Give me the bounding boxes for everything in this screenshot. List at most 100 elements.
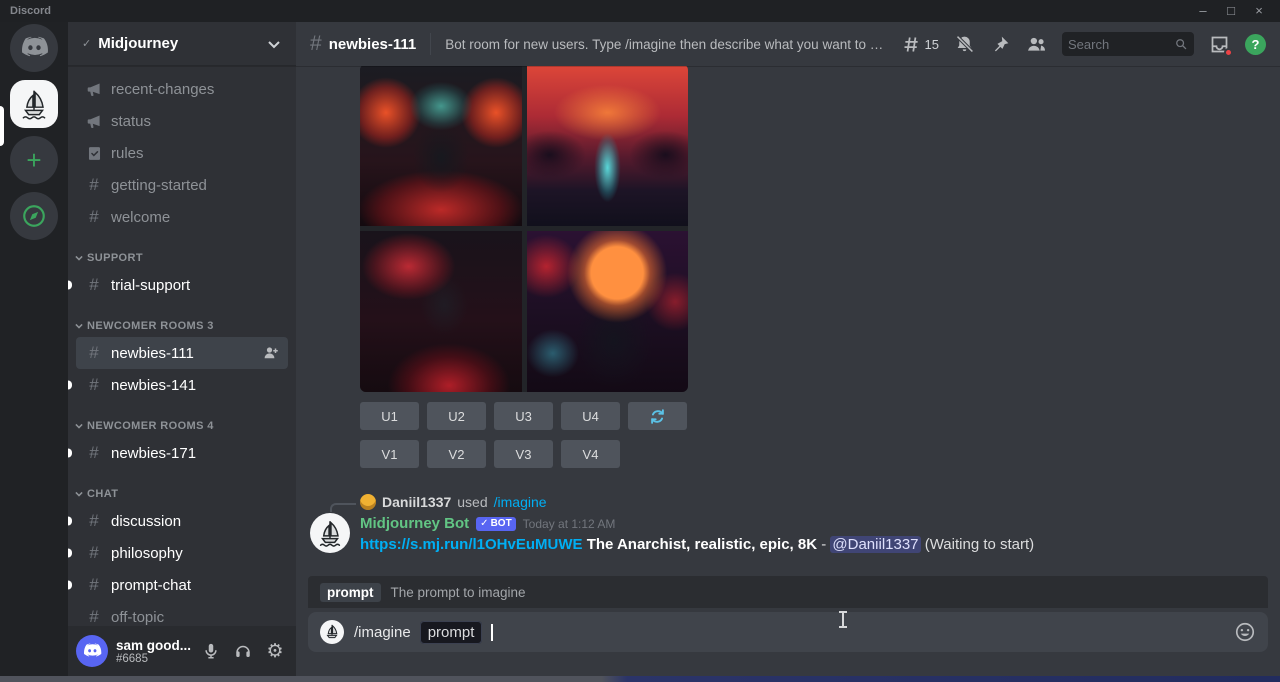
channel-rules[interactable]: rules xyxy=(76,137,288,169)
plus-icon: + xyxy=(26,147,41,173)
server-dropdown-header[interactable]: ✓ Midjourney xyxy=(68,22,296,66)
message-content: https://s.mj.run/l1OHvEuMUWE The Anarchi… xyxy=(360,536,1034,553)
upscale-3-button[interactable]: U3 xyxy=(494,402,553,430)
bell-muted-icon xyxy=(954,34,975,55)
create-invite-icon[interactable] xyxy=(262,344,280,362)
section-label: CHAT xyxy=(87,488,118,500)
channel-topic[interactable]: Bot room for new users. Type /imagine th… xyxy=(445,37,885,52)
threads-button[interactable]: 15 xyxy=(901,34,939,55)
status-text: (Waiting to start) xyxy=(925,536,1034,553)
section-newcomer-rooms-4[interactable]: NEWCOMER ROOMS 4 xyxy=(68,415,296,437)
hash-icon: # xyxy=(84,607,104,626)
command-param-popup[interactable]: prompt The prompt to imagine xyxy=(308,576,1268,608)
hash-icon: # xyxy=(84,343,104,363)
variation-1-button[interactable]: V1 xyxy=(360,440,419,468)
search-input[interactable] xyxy=(1068,37,1174,52)
generated-image-2[interactable] xyxy=(527,66,689,226)
variation-2-button[interactable]: V2 xyxy=(427,440,486,468)
variation-4-button[interactable]: V4 xyxy=(561,440,620,468)
channel-welcome[interactable]: # welcome xyxy=(76,201,288,233)
channel-status[interactable]: status xyxy=(76,105,288,137)
add-server-button[interactable]: + xyxy=(10,136,58,184)
maximize-button[interactable]: □ xyxy=(1218,1,1244,21)
discord-app-window: Discord – □ × + xyxy=(0,0,1280,682)
message-input-bar[interactable]: /imagine prompt xyxy=(308,612,1268,652)
user-info[interactable]: sam good... #6685 xyxy=(116,638,198,665)
message-header: Midjourney Bot ✓ BOT Today at 1:12 AM xyxy=(360,515,615,532)
generated-image-3[interactable] xyxy=(360,231,522,393)
mute-mic-button[interactable] xyxy=(198,638,224,664)
channel-newbies-111[interactable]: # newbies-111 xyxy=(76,337,288,369)
server-name: Midjourney xyxy=(98,35,178,52)
channel-newbies-141[interactable]: # newbies-141 xyxy=(76,369,288,401)
smiley-icon xyxy=(1234,621,1256,643)
channel-label: newbies-171 xyxy=(111,445,196,462)
generated-image-grid[interactable] xyxy=(360,66,688,392)
discord-logo-icon xyxy=(82,643,102,659)
pin-icon xyxy=(990,34,1011,55)
threads-hash-icon xyxy=(901,34,922,55)
user-actions: ⚙ xyxy=(198,638,288,664)
deafen-button[interactable] xyxy=(230,638,256,664)
generated-image-1[interactable] xyxy=(360,66,522,226)
discord-logo-icon xyxy=(19,36,49,60)
emoji-picker-button[interactable] xyxy=(1234,621,1256,643)
minimize-button[interactable]: – xyxy=(1190,1,1216,21)
channel-prompt-chat[interactable]: # prompt-chat xyxy=(76,569,288,601)
command-link[interactable]: /imagine xyxy=(494,494,547,510)
inbox-button[interactable] xyxy=(1209,34,1230,55)
param-field-label: prompt xyxy=(428,624,475,641)
upscale-4-button[interactable]: U4 xyxy=(561,402,620,430)
reroll-button[interactable] xyxy=(628,402,687,430)
job-link[interactable]: https://s.mj.run/l1OHvEuMUWE xyxy=(360,536,583,553)
pinned-messages-button[interactable] xyxy=(990,34,1011,55)
avatar[interactable] xyxy=(76,635,108,667)
channel-philosophy[interactable]: # philosophy xyxy=(76,537,288,569)
notification-settings-button[interactable] xyxy=(954,34,975,55)
divider xyxy=(430,33,431,55)
server-rail: + xyxy=(0,22,68,676)
channel-getting-started[interactable]: # getting-started xyxy=(76,169,288,201)
bot-author-name[interactable]: Midjourney Bot xyxy=(360,515,469,532)
bot-badge: ✓ BOT xyxy=(476,517,516,531)
user-settings-button[interactable]: ⚙ xyxy=(262,638,288,664)
channel-discussion[interactable]: # discussion xyxy=(76,505,288,537)
section-newcomer-rooms-3[interactable]: NEWCOMER ROOMS 3 xyxy=(68,315,296,337)
bot-command-avatar xyxy=(320,620,344,644)
help-button[interactable]: ? xyxy=(1245,34,1266,55)
upscale-2-button[interactable]: U2 xyxy=(427,402,486,430)
section-chat[interactable]: CHAT xyxy=(68,483,296,505)
refresh-icon xyxy=(648,407,667,426)
thread-count: 15 xyxy=(925,37,939,52)
sailboat-icon xyxy=(17,87,51,121)
explore-servers-button[interactable] xyxy=(10,192,58,240)
section-label: NEWCOMER ROOMS 4 xyxy=(87,420,214,432)
generated-image-4[interactable] xyxy=(527,231,689,393)
badge-check-icon: ✓ xyxy=(480,518,488,529)
mouse-ibeam-cursor xyxy=(842,612,844,627)
upscale-1-button[interactable]: U1 xyxy=(360,402,419,430)
home-button[interactable] xyxy=(10,24,58,72)
channel-title: newbies-111 xyxy=(329,36,417,53)
chevron-down-icon xyxy=(266,36,282,52)
section-support[interactable]: SUPPORT xyxy=(68,247,296,269)
window-titlebar: Discord – □ × xyxy=(0,0,1280,22)
param-description: The prompt to imagine xyxy=(391,585,526,600)
hash-icon: # xyxy=(310,32,322,56)
channel-recent-changes[interactable]: recent-changes xyxy=(76,73,288,105)
variation-3-button[interactable]: V3 xyxy=(494,440,553,468)
server-icon-midjourney[interactable] xyxy=(10,80,58,128)
channel-newbies-171[interactable]: # newbies-171 xyxy=(76,437,288,469)
hash-icon: # xyxy=(84,511,104,531)
param-name[interactable]: prompt xyxy=(320,583,381,602)
badge-label: BOT xyxy=(491,518,512,529)
close-button[interactable]: × xyxy=(1246,1,1272,21)
user-mention[interactable]: @Daniil1337 xyxy=(830,536,920,553)
prompt-param-field[interactable]: prompt xyxy=(420,621,483,644)
member-list-button[interactable] xyxy=(1026,34,1047,55)
reply-username[interactable]: Daniil1337 xyxy=(382,494,451,510)
channel-trial-support[interactable]: # trial-support xyxy=(76,269,288,301)
channel-off-topic[interactable]: # off-topic xyxy=(76,601,288,626)
avatar[interactable] xyxy=(310,513,350,553)
search-bar[interactable] xyxy=(1062,32,1194,56)
